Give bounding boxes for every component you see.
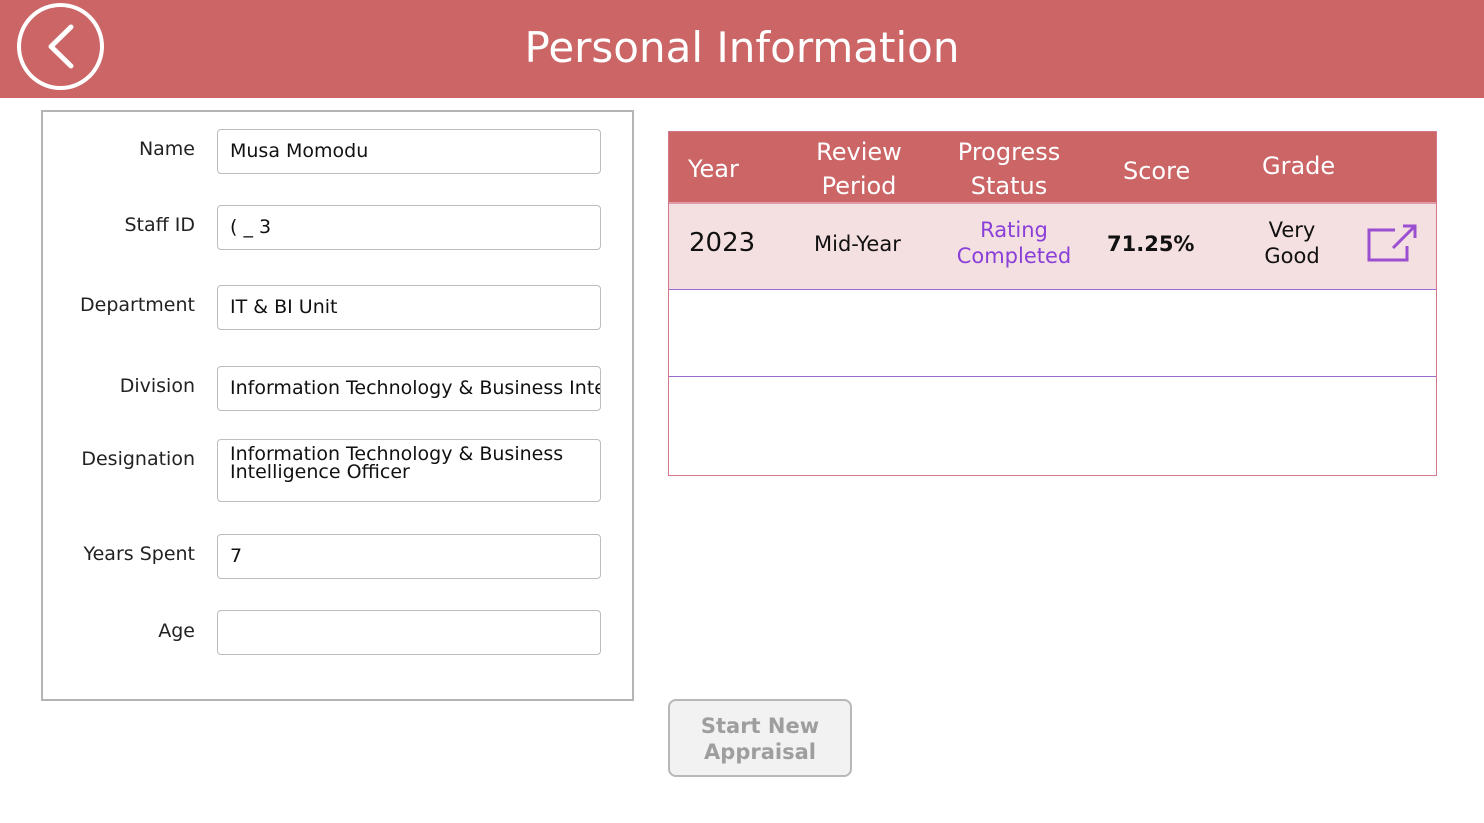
column-header-year: Year — [688, 155, 739, 183]
column-header-progress-status: Progress Status — [947, 135, 1071, 203]
column-header-progress-status-line2: Status — [970, 172, 1048, 200]
age-label: Age — [158, 620, 195, 642]
grade-line1: Very — [1268, 218, 1316, 242]
years-spent-field[interactable]: 7 — [217, 534, 601, 579]
designation-field[interactable]: Information Technology & Business Intell… — [217, 439, 601, 502]
review-period-cell: Mid-Year — [814, 232, 901, 256]
column-header-review-period-line2: Period — [821, 172, 897, 200]
open-external-icon[interactable] — [1367, 222, 1419, 264]
department-field[interactable]: IT & BI Unit — [217, 285, 601, 330]
table-header: Year Review Period Progress Status Score… — [669, 132, 1436, 202]
progress-status-cell: Rating Completed — [952, 217, 1076, 269]
app-header: Personal Information — [0, 0, 1484, 98]
start-new-appraisal-line2: Appraisal — [704, 740, 816, 764]
department-label: Department — [80, 294, 195, 316]
appraisal-table: Year Review Period Progress Status Score… — [668, 131, 1437, 476]
years-spent-label: Years Spent — [83, 543, 195, 565]
progress-status-line2: Completed — [956, 244, 1072, 268]
column-header-review-period: Review Period — [804, 135, 914, 203]
division-field[interactable]: Information Technology & Business Intell… — [217, 366, 601, 411]
designation-label: Designation — [81, 448, 195, 470]
division-label: Division — [119, 375, 195, 397]
age-field[interactable] — [217, 610, 601, 655]
year-cell: 2023 — [689, 228, 756, 258]
personal-info-form: Name Musa Momodu Staff ID ( _ 3 Departme… — [41, 110, 634, 701]
score-cell: 71.25% — [1107, 232, 1195, 256]
grade-line2: Good — [1264, 244, 1320, 268]
table-row — [669, 290, 1436, 377]
column-header-grade: Grade — [1262, 152, 1336, 180]
start-new-appraisal-button[interactable]: Start New Appraisal — [668, 699, 852, 777]
start-new-appraisal-line1: Start New — [700, 714, 820, 738]
name-field[interactable]: Musa Momodu — [217, 129, 601, 174]
name-label: Name — [138, 138, 195, 160]
staff-id-label: Staff ID — [124, 214, 195, 236]
column-header-review-period-line1: Review — [816, 138, 902, 166]
grade-cell: Very Good — [1247, 217, 1337, 269]
column-header-progress-status-line1: Progress — [957, 138, 1061, 166]
column-header-score: Score — [1123, 157, 1191, 185]
staff-id-field[interactable]: ( _ 3 — [217, 205, 601, 250]
page-title: Personal Information — [524, 23, 960, 72]
progress-status-line1: Rating — [980, 218, 1048, 242]
table-row[interactable]: 2023 Mid-Year Rating Completed 71.25% Ve… — [669, 202, 1436, 290]
